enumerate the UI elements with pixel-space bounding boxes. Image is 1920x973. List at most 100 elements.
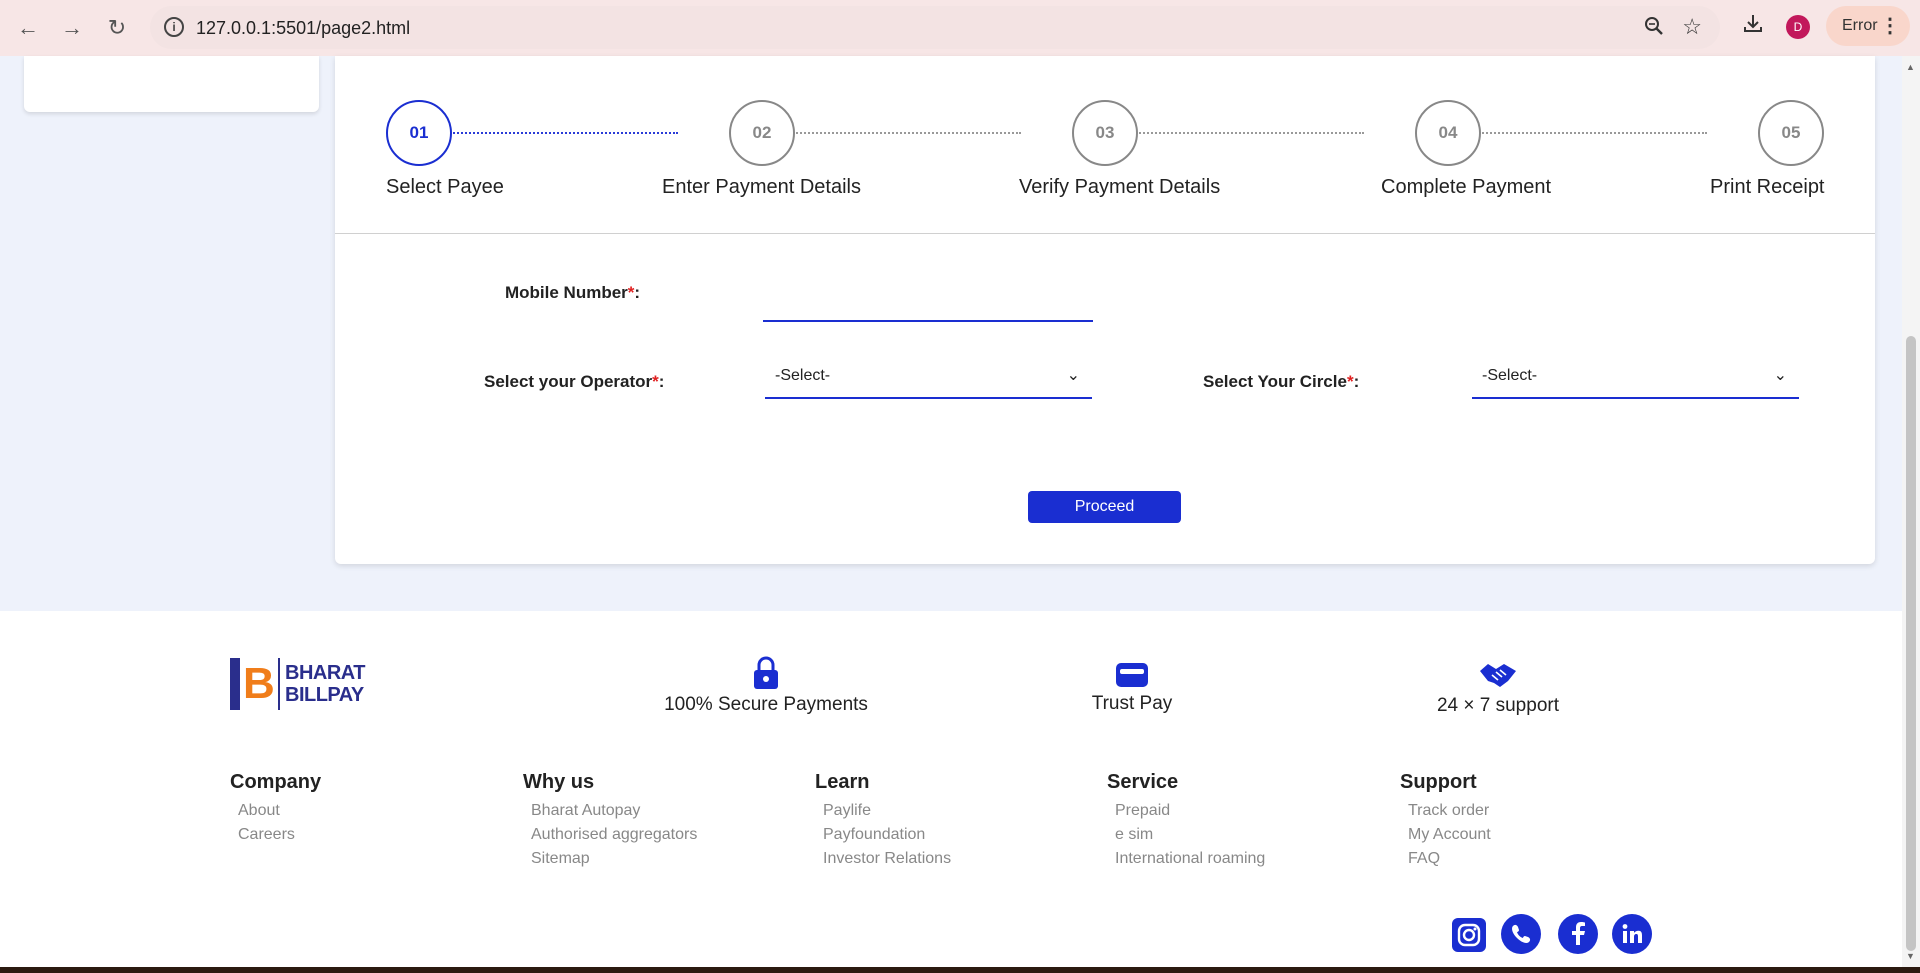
feature-support: 24 × 7 support xyxy=(1420,661,1576,717)
mobile-number-label: Mobile Number*: xyxy=(505,283,640,303)
operator-select[interactable]: -Select- ⌄ xyxy=(765,353,1092,399)
progress-stepper: 01 02 03 04 05 Select Payee Enter Paymen… xyxy=(335,56,1875,232)
footer-link[interactable]: Bharat Autopay xyxy=(531,802,697,820)
step-2-circle: 02 xyxy=(729,100,795,166)
circle-select[interactable]: -Select- ⌄ xyxy=(1472,353,1799,399)
instagram-icon[interactable] xyxy=(1452,918,1486,952)
column-heading: Company xyxy=(230,771,322,793)
feature-secure-payments: 100% Secure Payments xyxy=(660,656,872,716)
feature-support-label: 24 × 7 support xyxy=(1436,695,1559,716)
taskbar-edge xyxy=(0,967,1920,973)
reload-icon[interactable]: ↻ xyxy=(103,14,131,42)
payment-form-card: 01 02 03 04 05 Select Payee Enter Paymen… xyxy=(335,56,1875,564)
proceed-button[interactable]: Proceed xyxy=(1028,491,1181,523)
error-label: Error xyxy=(1842,17,1878,34)
bharat-billpay-logo[interactable]: B BHARAT BILLPAY xyxy=(230,658,392,710)
footer-link[interactable]: Payfoundation xyxy=(823,826,951,844)
footer-link[interactable]: Track order xyxy=(1408,802,1491,820)
site-footer: B BHARAT BILLPAY 100% Secure Payments Tr… xyxy=(0,611,1902,967)
stepper-divider xyxy=(335,233,1875,234)
footer-link[interactable]: Sitemap xyxy=(531,850,697,868)
operator-label: Select your Operator*: xyxy=(484,372,664,392)
circle-label-text: Select Your Circle xyxy=(1203,372,1347,391)
menu-kebab-icon: ⋮ xyxy=(1880,15,1900,37)
step-1-circle: 01 xyxy=(386,100,452,166)
profile-avatar[interactable]: D xyxy=(1786,15,1810,39)
step-5-circle: 05 xyxy=(1758,100,1824,166)
footer-link[interactable]: Prepaid xyxy=(1115,802,1265,820)
feature-secure-label: 100% Secure Payments xyxy=(664,694,868,715)
column-heading: Learn xyxy=(815,771,870,793)
step-connector-3 xyxy=(1108,132,1364,134)
feature-trust-label: Trust Pay xyxy=(1091,693,1173,714)
wallet-icon xyxy=(1116,663,1148,687)
scroll-down-icon[interactable]: ▼ xyxy=(1906,951,1915,961)
step-4-label: Complete Payment xyxy=(1381,176,1552,198)
error-button[interactable]: Error ⋮ xyxy=(1826,6,1910,46)
column-heading: Support xyxy=(1400,771,1477,793)
step-1-label: Select Payee xyxy=(386,176,504,198)
step-connector-4 xyxy=(1451,132,1707,134)
sidebar-card xyxy=(24,56,319,112)
circle-selected-value: -Select- xyxy=(1482,367,1538,384)
linkedin-icon[interactable] xyxy=(1612,914,1652,954)
lock-icon xyxy=(754,656,778,689)
chevron-down-icon: ⌄ xyxy=(1066,367,1080,384)
mobile-number-input[interactable] xyxy=(763,282,1093,322)
footer-column-why-us: Why us Bharat Autopay Authorised aggrega… xyxy=(523,771,697,874)
column-heading: Service xyxy=(1107,771,1179,793)
bookmark-star-icon[interactable]: ☆ xyxy=(1682,14,1702,40)
mobile-label-text: Mobile Number xyxy=(505,283,628,302)
footer-link[interactable]: International roaming xyxy=(1115,850,1265,868)
browser-toolbar: ← → ↻ i 127.0.0.1:5501/page2.html ☆ D Er… xyxy=(0,0,1920,56)
scrollbar-thumb[interactable] xyxy=(1906,336,1916,951)
logo-separator xyxy=(278,658,280,710)
step-2-label: Enter Payment Details xyxy=(662,176,861,198)
label-colon: : xyxy=(658,372,665,391)
step-connector-2 xyxy=(765,132,1021,134)
chevron-down-icon: ⌄ xyxy=(1773,367,1787,384)
address-bar[interactable]: i 127.0.0.1:5501/page2.html ☆ xyxy=(150,6,1720,49)
footer-link[interactable]: FAQ xyxy=(1408,850,1491,868)
whatsapp-icon[interactable] xyxy=(1501,914,1541,954)
handshake-icon xyxy=(1480,664,1516,687)
step-connector-1 xyxy=(422,132,678,134)
label-colon: : xyxy=(1353,372,1360,391)
back-icon[interactable]: ← xyxy=(14,14,42,42)
footer-link[interactable]: e sim xyxy=(1115,826,1265,844)
footer-column-learn: Learn Paylife Payfoundation Investor Rel… xyxy=(815,771,951,874)
operator-selected-value: -Select- xyxy=(775,367,831,384)
feature-trust-pay: Trust Pay xyxy=(1072,661,1192,715)
forward-icon[interactable]: → xyxy=(58,14,86,42)
step-3-circle: 03 xyxy=(1072,100,1138,166)
site-info-icon[interactable]: i xyxy=(164,17,184,37)
footer-link[interactable]: Paylife xyxy=(823,802,951,820)
required-mark: * xyxy=(1346,372,1354,391)
footer-link[interactable]: Careers xyxy=(238,826,321,844)
zoom-icon[interactable] xyxy=(1644,16,1664,42)
footer-column-service: Service Prepaid e sim International roam… xyxy=(1107,771,1265,874)
scroll-up-icon[interactable]: ▲ xyxy=(1906,62,1915,72)
url-text[interactable]: 127.0.0.1:5501/page2.html xyxy=(196,18,410,39)
logo-bar xyxy=(230,658,240,710)
footer-link[interactable]: My Account xyxy=(1408,826,1491,844)
label-colon: : xyxy=(634,283,641,302)
logo-line-1: BHARAT xyxy=(285,662,365,684)
circle-label: Select Your Circle*: xyxy=(1203,372,1359,392)
page-scrollbar[interactable]: ▲ ▼ xyxy=(1902,56,1920,967)
footer-link[interactable]: About xyxy=(238,802,321,820)
column-heading: Why us xyxy=(523,771,595,793)
footer-column-support: Support Track order My Account FAQ xyxy=(1400,771,1491,874)
step-4-circle: 04 xyxy=(1415,100,1481,166)
operator-label-text: Select your Operator xyxy=(484,372,653,391)
facebook-icon[interactable] xyxy=(1558,914,1598,954)
footer-link[interactable]: Investor Relations xyxy=(823,850,951,868)
footer-link[interactable]: Authorised aggregators xyxy=(531,826,697,844)
logo-line-2: BILLPAY xyxy=(285,684,364,706)
required-mark: * xyxy=(652,372,659,391)
step-5-label: Print Receipt xyxy=(1710,176,1825,198)
step-3-label: Verify Payment Details xyxy=(1019,176,1221,198)
footer-column-company: Company About Careers xyxy=(230,771,321,850)
download-icon[interactable] xyxy=(1742,12,1764,40)
logo-letter: B xyxy=(243,659,275,708)
